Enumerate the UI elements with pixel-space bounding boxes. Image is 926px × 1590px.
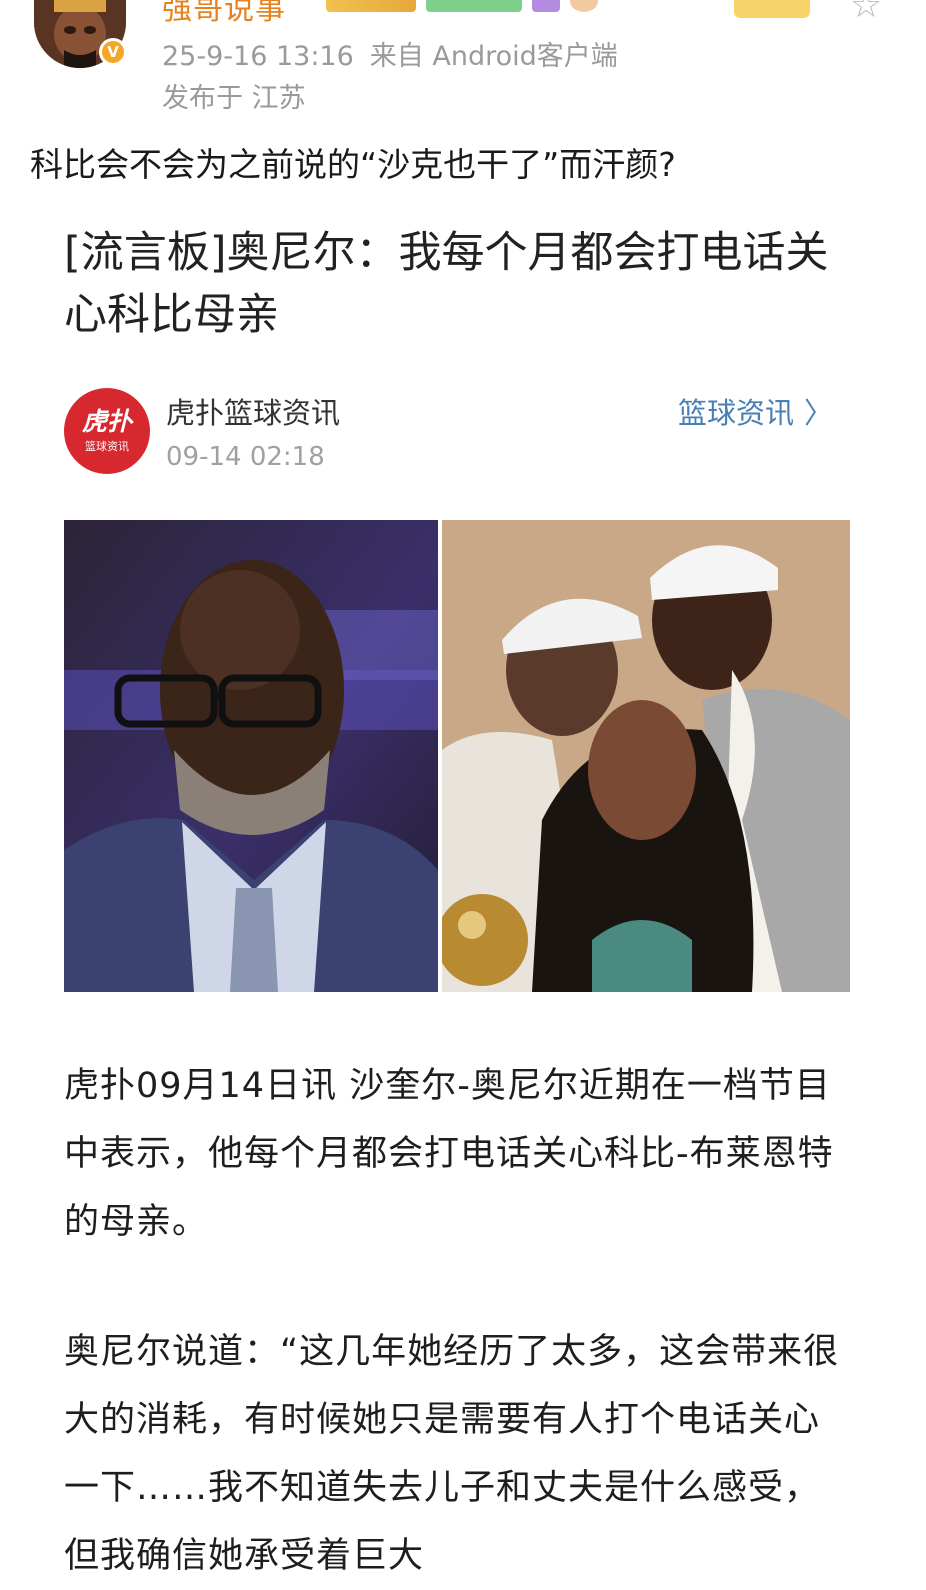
article-photo-left[interactable] — [64, 520, 438, 992]
category-link[interactable]: 篮球资讯〉 — [678, 390, 833, 432]
article-title: [流言板]奥尼尔：我每个月都会打电话关心科比母亲 — [64, 228, 829, 340]
category-link-label: 篮球资讯 — [678, 396, 795, 430]
photo-right-image — [442, 520, 850, 992]
article-paragraph: 虎扑09月14日讯 沙奎尔-奥尼尔近期在一档节目中表示，他每个月都会打电话关心科… — [64, 1066, 834, 1242]
level-badge-icon — [326, 0, 416, 12]
fans-badge-icon — [426, 0, 522, 12]
publisher-logo-text: 虎扑 — [81, 407, 132, 436]
post-location: 发布于 江苏 — [162, 83, 306, 114]
photo-left-image — [64, 520, 438, 992]
user-badges — [326, 0, 598, 12]
vip-badge-icon — [532, 0, 560, 12]
article-paragraph: 奥尼尔说道：“这几年她经历了太多，这会带来很大的消耗，有时候她只是需要有人打个电… — [64, 1332, 840, 1576]
username[interactable]: 强哥说事 — [162, 0, 286, 28]
post-source: 来自 Android客户端 — [369, 41, 618, 72]
emoji-badge-icon — [570, 0, 598, 12]
post-timestamp: 25-9-16 13:16 — [162, 41, 354, 72]
article-photo-right[interactable] — [442, 520, 850, 992]
post-meta: 25-9-16 13:16 来自 Android客户端 — [162, 34, 618, 73]
post-text: 科比会不会为之前说的“沙克也干了”而汗颜? — [30, 145, 676, 184]
star-icon[interactable]: ☆ — [846, 0, 886, 26]
publisher-logo-subtext: 篮球资讯 — [85, 440, 129, 453]
publisher-logo[interactable]: 虎扑 篮球资讯 — [64, 388, 150, 474]
post-header: V 强哥说事 ☆ 25-9-16 13:16 来自 Android客户端 发布于 … — [0, 0, 926, 120]
chevron-right-icon: 〉 — [804, 396, 834, 430]
follow-tag[interactable] — [734, 0, 810, 18]
verified-badge: V — [99, 38, 127, 66]
publisher-name[interactable]: 虎扑篮球资讯 — [166, 390, 340, 432]
publisher-time: 09-14 02:18 — [166, 442, 325, 472]
